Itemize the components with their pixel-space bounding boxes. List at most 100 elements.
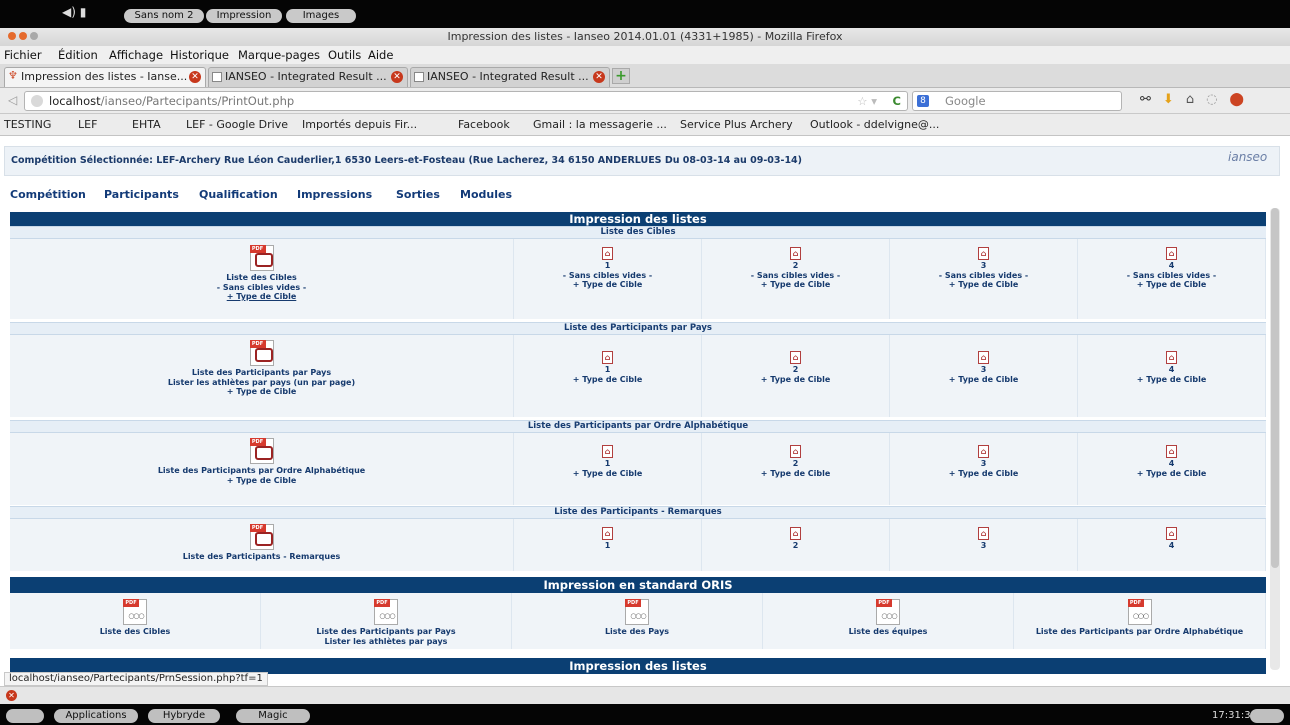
print-alpha-session-4[interactable]: ⌂ 4 + Type de Cible xyxy=(1078,433,1266,505)
session-number[interactable]: 3 xyxy=(890,459,1077,469)
link-label[interactable]: - Sans cibles vides - xyxy=(10,283,513,293)
tab-ianseo-1[interactable]: IANSEO - Integrated Result ... ✕ xyxy=(208,67,408,87)
page-menu-impressions[interactable]: Impressions xyxy=(297,188,372,201)
link-label[interactable]: + Type de Cible xyxy=(702,375,889,385)
print-pays-session-1[interactable]: ⌂ 1 + Type de Cible xyxy=(514,335,702,417)
binoculars-icon[interactable]: ⚯ xyxy=(1140,92,1151,107)
print-participants-pays[interactable]: Liste des Participants par Pays Lister l… xyxy=(10,335,514,417)
session-number[interactable]: 4 xyxy=(1078,459,1265,469)
workspace-pill-2[interactable]: Impression xyxy=(206,9,282,23)
link-label[interactable]: Liste des Participants par Pays xyxy=(261,627,511,637)
session-number[interactable]: 4 xyxy=(1078,365,1265,375)
menu-aide[interactable]: Aide xyxy=(368,48,393,62)
link-label[interactable]: Lister les athlètes par pays (un par pag… xyxy=(10,378,513,388)
link-label[interactable]: + Type de Cible xyxy=(890,375,1077,385)
session-number[interactable]: 1 xyxy=(514,459,701,469)
adblock-icon[interactable]: ⬤ xyxy=(1229,92,1244,107)
taskbar-applications[interactable]: Applications xyxy=(54,709,138,723)
oris-participants-pays[interactable]: Liste des Participants par Pays Lister l… xyxy=(261,593,512,649)
session-number[interactable]: 2 xyxy=(702,365,889,375)
bookmark-outlook[interactable]: Outlook - ddelvigne@... xyxy=(810,118,939,131)
link-label[interactable]: + Type de Cible xyxy=(1078,280,1265,290)
oris-liste-equipes[interactable]: Liste des équipes xyxy=(763,593,1014,649)
print-alpha-session-1[interactable]: ⌂ 1 + Type de Cible xyxy=(514,433,702,505)
new-tab-button[interactable]: + xyxy=(612,68,630,84)
link-label[interactable]: Liste des Participants par Pays xyxy=(10,368,513,378)
url-bar[interactable]: localhost/ianseo/Partecipants/PrintOut.p… xyxy=(24,91,908,111)
bookmark-service-plus-archery[interactable]: Service Plus Archery xyxy=(680,118,793,131)
link-label[interactable]: + Type de Cible xyxy=(514,375,701,385)
bookmark-testing[interactable]: TESTING xyxy=(4,118,51,131)
back-arrow-icon[interactable]: ◁ xyxy=(8,93,17,107)
link-label[interactable]: + Type de Cible xyxy=(10,292,513,302)
link-label[interactable]: Lister les athlètes par pays xyxy=(261,637,511,647)
menu-outils[interactable]: Outils xyxy=(328,48,361,62)
link-label[interactable]: Liste des Cibles xyxy=(10,273,513,283)
session-number[interactable]: 4 xyxy=(1078,261,1265,271)
print-alpha-session-2[interactable]: ⌂ 2 + Type de Cible xyxy=(702,433,890,505)
tab-impression[interactable]: ♆ Impression des listes - Ianse... ✕ xyxy=(4,67,206,87)
bookmark-lef-google-drive[interactable]: LEF - Google Drive xyxy=(186,118,288,131)
scrollbar-thumb[interactable] xyxy=(1271,208,1279,568)
shield-icon[interactable]: ◌ xyxy=(1206,92,1217,107)
link-label[interactable]: + Type de Cible xyxy=(890,280,1077,290)
session-number[interactable]: 4 xyxy=(1078,541,1265,551)
close-tab-icon[interactable]: ✕ xyxy=(593,71,605,83)
menu-fichier[interactable]: Fichier xyxy=(4,48,42,62)
session-number[interactable]: 1 xyxy=(514,261,701,271)
link-label[interactable]: - Sans cibles vides - xyxy=(890,271,1077,281)
print-remarques-session-3[interactable]: ⌂ 3 xyxy=(890,519,1078,571)
print-remarques-session-4[interactable]: ⌂ 4 xyxy=(1078,519,1266,571)
google-icon[interactable]: 8 xyxy=(917,95,929,107)
print-pays-session-4[interactable]: ⌂ 4 + Type de Cible xyxy=(1078,335,1266,417)
page-menu-participants[interactable]: Participants xyxy=(104,188,179,201)
print-cibles-session-4[interactable]: ⌂ 4 - Sans cibles vides - + Type de Cibl… xyxy=(1078,239,1266,319)
menu-marque-pages[interactable]: Marque-pages xyxy=(238,48,320,62)
oris-liste-pays[interactable]: Liste des Pays xyxy=(512,593,763,649)
link-label[interactable]: + Type de Cible xyxy=(1078,375,1265,385)
link-label[interactable]: Liste des équipes xyxy=(763,627,1013,637)
print-cibles-session-2[interactable]: ⌂ 2 - Sans cibles vides - + Type de Cibl… xyxy=(702,239,890,319)
print-remarques-session-2[interactable]: ⌂ 2 xyxy=(702,519,890,571)
oris-ordre-alphabetique[interactable]: Liste des Participants par Ordre Alphabé… xyxy=(1014,593,1266,649)
link-label[interactable]: + Type de Cible xyxy=(514,469,701,479)
page-scrollbar[interactable] xyxy=(1270,208,1280,670)
taskbar-start-button[interactable] xyxy=(6,709,44,723)
link-label[interactable]: Liste des Participants par Ordre Alphabé… xyxy=(10,466,513,476)
session-number[interactable]: 2 xyxy=(702,261,889,271)
menu-historique[interactable]: Historique xyxy=(170,48,229,62)
reload-icon[interactable]: C xyxy=(893,92,901,110)
link-label[interactable]: Liste des Pays xyxy=(512,627,762,637)
session-number[interactable]: 1 xyxy=(514,541,701,551)
link-label[interactable]: Liste des Cibles xyxy=(10,627,260,637)
print-pays-session-2[interactable]: ⌂ 2 + Type de Cible xyxy=(702,335,890,417)
taskbar-end-button[interactable] xyxy=(1250,709,1284,723)
link-label[interactable]: + Type de Cible xyxy=(1078,469,1265,479)
link-label[interactable]: + Type de Cible xyxy=(514,280,701,290)
close-icon[interactable]: ✕ xyxy=(6,690,17,701)
home-icon[interactable]: ⌂ xyxy=(1186,92,1194,107)
link-label[interactable]: + Type de Cible xyxy=(702,469,889,479)
page-menu-qualification[interactable]: Qualification xyxy=(199,188,278,201)
menu-affichage[interactable]: Affichage xyxy=(109,48,163,62)
page-menu-sorties[interactable]: Sorties xyxy=(396,188,440,201)
bookmark-gmail[interactable]: Gmail : la messagerie ... xyxy=(533,118,667,131)
session-number[interactable]: 1 xyxy=(514,365,701,375)
link-label[interactable]: Liste des Participants par Ordre Alphabé… xyxy=(1014,627,1265,637)
session-number[interactable]: 3 xyxy=(890,365,1077,375)
close-tab-icon[interactable]: ✕ xyxy=(189,71,201,83)
link-label[interactable]: + Type de Cible xyxy=(10,387,513,397)
workspace-pill-3[interactable]: Images xyxy=(286,9,356,23)
bookmark-star-icon[interactable]: ☆ ▾ xyxy=(857,92,877,110)
print-remarques[interactable]: Liste des Participants - Remarques xyxy=(10,519,514,571)
session-number[interactable]: 2 xyxy=(702,459,889,469)
session-number[interactable]: 2 xyxy=(702,541,889,551)
page-menu-competition[interactable]: Compétition xyxy=(10,188,86,201)
print-alpha-session-3[interactable]: ⌂ 3 + Type de Cible xyxy=(890,433,1078,505)
link-label[interactable]: + Type de Cible xyxy=(10,476,513,486)
taskbar-hybryde[interactable]: Hybryde xyxy=(148,709,220,723)
tab-ianseo-2[interactable]: IANSEO - Integrated Result ... ✕ xyxy=(410,67,610,87)
bookmark-facebook[interactable]: Facebook xyxy=(458,118,510,131)
link-label[interactable]: Liste des Participants - Remarques xyxy=(10,552,513,562)
close-tab-icon[interactable]: ✕ xyxy=(391,71,403,83)
